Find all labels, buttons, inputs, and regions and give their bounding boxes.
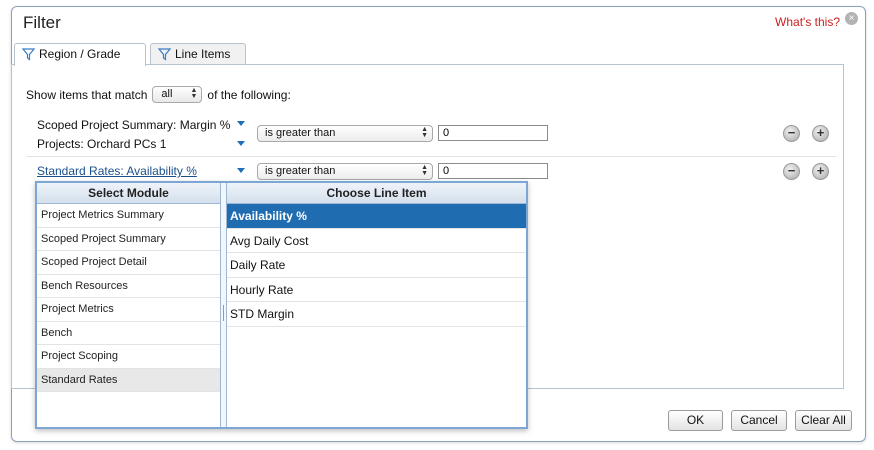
row1-scope-dropdown-icon[interactable] xyxy=(237,141,245,146)
whats-this-link[interactable]: What's this? xyxy=(775,15,840,29)
module-item[interactable]: Bench Resources xyxy=(37,275,220,298)
ok-button[interactable]: OK xyxy=(668,410,723,431)
module-item[interactable]: Scoped Project Detail xyxy=(37,251,220,275)
row1-scope-label: Projects: Orchard PCs 1 xyxy=(37,137,167,151)
module-item[interactable]: Scoped Project Summary xyxy=(37,228,220,251)
row1-remove-icon[interactable]: − xyxy=(783,125,800,142)
row2-value-input[interactable] xyxy=(438,163,548,179)
tab-label: Line Items xyxy=(175,47,231,61)
cancel-button[interactable]: Cancel xyxy=(731,410,787,431)
tab-label: Region / Grade xyxy=(39,47,121,61)
line-item[interactable]: Hourly Rate xyxy=(227,278,526,302)
row1-add-icon[interactable]: + xyxy=(812,125,829,142)
match-prefix: Show items that match xyxy=(26,87,148,102)
module-item-selected[interactable]: Standard Rates xyxy=(37,368,220,392)
updown-icon: ▲ ▼ xyxy=(421,126,428,139)
line-item-selected[interactable]: Availability % xyxy=(227,204,526,229)
clear-all-button[interactable]: Clear All xyxy=(795,410,852,431)
row-divider xyxy=(26,156,836,157)
funnel-icon xyxy=(22,48,35,61)
updown-icon: ▲ ▼ xyxy=(190,87,198,100)
row2-remove-icon[interactable]: − xyxy=(783,163,800,180)
tab-line-items[interactable]: Line Items xyxy=(150,43,246,65)
row2-field-link[interactable]: Standard Rates: Availability % xyxy=(37,164,197,178)
module-item[interactable]: Project Metrics Summary xyxy=(37,204,220,228)
row2-condition-value: is greater than xyxy=(265,165,336,177)
match-suffix: of the following: xyxy=(207,87,291,102)
match-select[interactable]: all ▲ ▼ xyxy=(152,86,203,103)
module-item[interactable]: Project Metrics xyxy=(37,298,220,322)
row1-condition-select[interactable]: is greater than ▲ ▼ xyxy=(257,125,433,142)
funnel-icon xyxy=(158,48,171,61)
line-item-chooser-popup: Select Module Project Metrics Summary Sc… xyxy=(35,181,528,429)
row2-add-icon[interactable]: + xyxy=(812,163,829,180)
line-item[interactable]: STD Margin xyxy=(227,302,526,327)
line-item-column-header: Choose Line Item xyxy=(227,183,526,204)
row2-condition-select[interactable]: is greater than ▲ ▼ xyxy=(257,163,433,180)
match-line: Show items that match all ▲ ▼ of the foll… xyxy=(26,86,291,103)
close-icon[interactable]: × xyxy=(845,12,858,25)
module-column-header: Select Module xyxy=(37,183,220,204)
match-select-value: all xyxy=(161,88,173,100)
row1-field-label: Scoped Project Summary: Margin % xyxy=(37,118,231,132)
line-item[interactable]: Daily Rate xyxy=(227,253,526,278)
row1-field-dropdown-icon[interactable] xyxy=(237,121,245,126)
module-column: Select Module Project Metrics Summary Sc… xyxy=(37,183,221,427)
line-item[interactable]: Avg Daily Cost xyxy=(227,229,526,253)
row2-field-dropdown-icon[interactable] xyxy=(237,168,245,173)
line-item-column: Choose Line Item Availability % Avg Dail… xyxy=(226,183,526,427)
tab-region-grade[interactable]: Region / Grade xyxy=(14,43,146,66)
splitter-grip xyxy=(223,305,224,321)
updown-icon: ▲ ▼ xyxy=(421,164,428,177)
module-item[interactable]: Bench xyxy=(37,322,220,345)
dialog-title: Filter xyxy=(23,13,61,32)
row1-condition-value: is greater than xyxy=(265,127,336,139)
module-item[interactable]: Project Scoping xyxy=(37,345,220,369)
row1-value-input[interactable] xyxy=(438,125,548,141)
